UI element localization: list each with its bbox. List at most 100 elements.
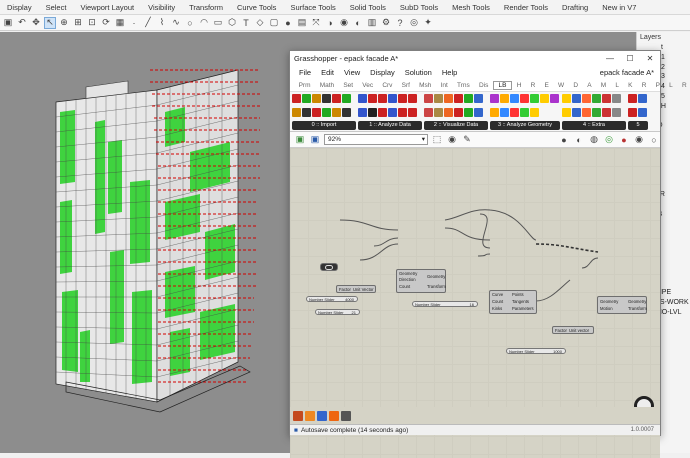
gh-document-name[interactable]: epack facade A* [600,68,660,77]
paint-icon[interactable]: ✎ [461,134,473,146]
properties-icon[interactable]: ⚙ [380,17,392,29]
sphere-icon[interactable]: ● [282,17,294,29]
rectangle-icon[interactable]: ▭ [212,17,224,29]
number-slider-4000[interactable]: Number Slider 4000 [306,296,358,302]
component-icon[interactable] [540,94,549,103]
component-icon[interactable] [510,108,519,117]
component-icon[interactable] [332,108,341,117]
undo-icon[interactable]: ↶ [16,17,28,29]
spheres-icon[interactable]: ○ [648,134,660,146]
component-icon[interactable] [510,94,519,103]
component-icon[interactable] [572,108,581,117]
text-icon[interactable]: T [240,17,252,29]
component-icon[interactable] [434,108,443,117]
component-icon[interactable] [464,108,473,117]
ribbon-group-label[interactable]: 3 :: Analyze Geometry [490,121,560,130]
folder-icon[interactable]: ▣ [2,17,14,29]
bottom-icon-4[interactable] [329,411,339,421]
select-arrow-icon[interactable]: ↖ [44,16,56,29]
gh-tab[interactable]: Vec [358,82,378,89]
mesh-icon[interactable]: ▤ [296,17,308,29]
rhino-tab-surface-tools[interactable]: Surface Tools [283,3,342,12]
component-icon[interactable] [602,108,611,117]
rhino-tab-new-in-v7[interactable]: New in V7 [595,3,643,12]
component-icon[interactable] [292,94,301,103]
gh-tab[interactable]: Srf [397,82,415,89]
pan-icon[interactable]: ✥ [30,17,42,29]
gh-tab[interactable]: L [665,82,678,89]
number-slider-1000[interactable]: Number Slider 1000 [506,348,566,354]
render-icon[interactable]: ◉ [338,17,350,29]
component-icon[interactable] [628,94,637,103]
preview-eye-icon[interactable]: ◉ [446,134,458,146]
rhino-tab-display[interactable]: Display [0,3,39,12]
component-icon[interactable] [312,108,321,117]
gh-tab[interactable]: R [526,82,540,89]
selected-preview-icon[interactable]: ◎ [603,134,615,146]
zoom-window-icon[interactable]: ⊞ [72,17,84,29]
gh-tab[interactable]: L [611,82,624,89]
rhino-tab-drafting[interactable]: Drafting [555,3,595,12]
component-icon[interactable] [424,108,433,117]
gh-tab[interactable]: Math [315,82,339,89]
gh-menu-file[interactable]: File [294,68,316,77]
component-icon[interactable] [312,94,321,103]
circle-icon[interactable]: ○ [184,17,196,29]
unit-vector-component-1[interactable]: Factor Unit Vector [336,285,376,293]
gh-tab[interactable]: D [569,82,583,89]
boolean-icon[interactable]: ◑ [324,17,336,29]
component-icon[interactable] [628,108,637,117]
number-slider-16[interactable]: Number Slider 16 [412,301,478,307]
component-icon[interactable] [572,94,581,103]
ribbon-group-label[interactable]: 1 :: Analyze Data [358,121,422,130]
divide-component[interactable]: Geometry Direction Count Geometry Transf… [396,269,446,293]
open-file-icon[interactable]: ▣ [294,134,306,146]
component-icon[interactable] [638,94,647,103]
component-icon[interactable] [530,94,539,103]
component-icon[interactable] [388,108,397,117]
gh-tab[interactable]: W [553,82,568,89]
arc-icon[interactable]: ◠ [198,17,210,29]
component-icon[interactable] [454,108,463,117]
gh-tab[interactable]: R [637,82,651,89]
gh-menu-display[interactable]: Display [365,68,400,77]
bottom-icon-3[interactable] [317,411,327,421]
component-icon[interactable] [368,94,377,103]
gh-tab[interactable]: Trns [452,82,474,89]
geometry-param[interactable] [320,263,338,271]
component-icon[interactable] [500,108,509,117]
component-icon[interactable] [592,108,601,117]
material-preview-icon[interactable]: ● [618,134,630,146]
gh-tab[interactable]: R [677,82,690,89]
bottom-icon-2[interactable] [305,411,315,421]
ribbon-group-label[interactable]: 2 :: Visualize Data [424,121,488,130]
surface-icon[interactable]: ◇ [254,17,266,29]
component-icon[interactable] [358,108,367,117]
component-icon[interactable] [638,108,647,117]
box-icon[interactable]: ▢ [268,17,280,29]
component-icon[interactable] [388,94,397,103]
component-icon[interactable] [292,108,301,117]
component-icon[interactable] [520,94,529,103]
grid-icon[interactable]: ▦ [114,17,126,29]
component-icon[interactable] [444,94,453,103]
component-icon[interactable] [530,108,539,117]
gh-tab[interactable]: P [651,82,665,89]
component-icon[interactable] [358,94,367,103]
component-icon[interactable] [378,94,387,103]
rhino-tab-render-tools[interactable]: Render Tools [497,3,555,12]
material-icon[interactable]: ◐ [352,17,364,29]
ribbon-group-label[interactable]: 4 :: Extra [562,121,626,130]
gh-tab[interactable]: Set [339,82,358,89]
zoom-icon[interactable]: ⊕ [58,17,70,29]
component-icon[interactable] [612,94,621,103]
gh-tab[interactable]: Crv [378,82,397,89]
wire-preview-icon[interactable]: ◍ [588,134,600,146]
line-icon[interactable]: ╱ [142,17,154,29]
help-icon[interactable]: ? [394,17,406,29]
component-icon[interactable] [408,108,417,117]
component-icon[interactable] [520,108,529,117]
layer-icon[interactable]: ▥ [366,17,378,29]
component-icon[interactable] [500,94,509,103]
component-icon[interactable] [490,94,499,103]
